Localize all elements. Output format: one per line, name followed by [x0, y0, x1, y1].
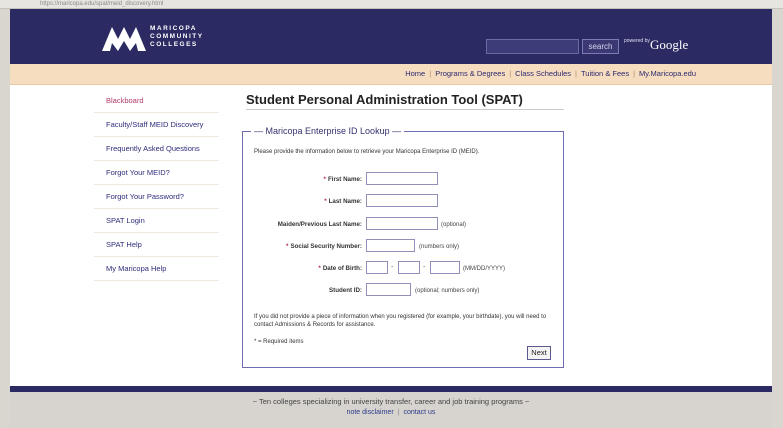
last-name-label-text: Last Name:: [328, 198, 362, 205]
missing-info-note: If you did not provide a piece of inform…: [254, 314, 547, 328]
student-id-hint: (optional; numbers only): [415, 288, 480, 294]
nav-separator: |: [575, 69, 577, 78]
browser-chrome: https://maricopa.edu/spat/meid_discovery…: [0, 0, 783, 9]
last-name-label: * Last Name:: [162, 198, 362, 205]
dob-label: * Date of Birth:: [162, 265, 362, 272]
dob-month-field[interactable]: [366, 261, 388, 274]
nav-separator: |: [633, 69, 636, 78]
nav-link-programs[interactable]: Programs & Degrees: [435, 69, 505, 78]
form-intro: Please provide the information below to …: [254, 149, 480, 155]
footer-links: note disclaimer | contact us: [10, 409, 772, 416]
sidebar: Blackboard Faculty/Staff MEID Discovery …: [94, 89, 219, 281]
site-header: MARICOPA COMMUNITY COLLEGES search power…: [10, 9, 772, 64]
ssn-label: * Social Security Number:: [162, 243, 362, 250]
student-id-label: Student ID:: [329, 287, 362, 294]
required-items-note: * = Required items: [254, 339, 304, 345]
search-input[interactable]: [486, 39, 579, 54]
required-marker: *: [324, 198, 327, 205]
nav-link-home[interactable]: Home: [405, 69, 425, 78]
nav-link-tuition[interactable]: Tuition & Fees: [581, 69, 629, 78]
logo-line: COLLEGES: [150, 41, 198, 48]
ssn-label-text: Social Security Number:: [290, 243, 362, 250]
sidebar-item-meid-discovery[interactable]: Faculty/Staff MEID Discovery: [94, 113, 219, 137]
footer-separator: |: [397, 409, 400, 416]
nav-links: Home | Programs & Degrees | Class Schedules |…: [405, 69, 696, 78]
first-name-field[interactable]: [366, 172, 438, 185]
page-title: Student Personal Administration Tool (SP…: [246, 92, 523, 107]
dob-hint: (MM/DD/YYYY): [463, 266, 505, 272]
page-frame: MARICOPA COMMUNITY COLLEGES search power…: [10, 9, 772, 428]
logo-text: MARICOPA COMMUNITY COLLEGES: [150, 25, 204, 49]
last-name-field[interactable]: [366, 194, 438, 207]
google-logo: Google: [650, 37, 689, 52]
dob-year-field[interactable]: [430, 261, 460, 274]
nav-separator: |: [509, 69, 512, 78]
ssn-field[interactable]: [366, 239, 415, 252]
sidebar-item-blackboard[interactable]: Blackboard: [94, 89, 219, 113]
sidebar-item-forgot-password[interactable]: Forgot Your Password?: [94, 185, 219, 209]
nav-link-class-schedules[interactable]: Class Schedules: [515, 69, 571, 78]
footer-link-disclaimer[interactable]: note disclaimer: [347, 409, 394, 416]
nav-link-my-maricopa[interactable]: My.Maricopa.edu: [639, 69, 696, 78]
legend-text: Maricopa Enterprise ID Lookup: [265, 126, 390, 136]
dob-label-text: Date of Birth:: [322, 265, 362, 272]
dob-separator: -: [391, 264, 394, 271]
student-id-field[interactable]: [366, 283, 411, 296]
first-name-label: * First Name:: [162, 176, 362, 183]
required-marker: *: [318, 265, 321, 272]
footer-link-contact[interactable]: contact us: [403, 409, 435, 416]
sidebar-item-faq[interactable]: Frequently Asked Questions: [94, 137, 219, 161]
ssn-hint: (numbers only): [419, 244, 460, 250]
maiden-name-hint: (optional): [441, 222, 467, 228]
dob-separator: -: [423, 264, 426, 271]
logo-line: MARICOPA: [150, 25, 197, 32]
search-button[interactable]: search: [582, 39, 619, 54]
logo-line: COMMUNITY: [150, 33, 204, 40]
required-marker: *: [286, 243, 289, 250]
first-name-label-text: First Name:: [327, 176, 362, 183]
maiden-name-field[interactable]: [366, 217, 438, 230]
next-button[interactable]: Next: [527, 346, 551, 360]
title-divider: [246, 109, 564, 110]
site-footer: ~ Ten colleges specializing in universit…: [10, 392, 772, 428]
footer-tagline: ~ Ten colleges specializing in universit…: [252, 397, 530, 406]
nav-separator: |: [429, 69, 432, 78]
address-bar[interactable]: https://maricopa.edu/spat/meid_discovery…: [40, 0, 163, 8]
top-nav: Home | Programs & Degrees | Class Schedules |…: [10, 64, 772, 85]
powered-by-label: powered by: [624, 38, 650, 44]
maiden-name-label: Maiden/Previous Last Name:: [277, 221, 362, 228]
required-marker: *: [323, 176, 326, 183]
maricopa-logo-icon[interactable]: [102, 23, 146, 51]
dob-day-field[interactable]: [398, 261, 420, 274]
fieldset-legend: — Maricopa Enterprise ID Lookup —: [251, 126, 405, 136]
